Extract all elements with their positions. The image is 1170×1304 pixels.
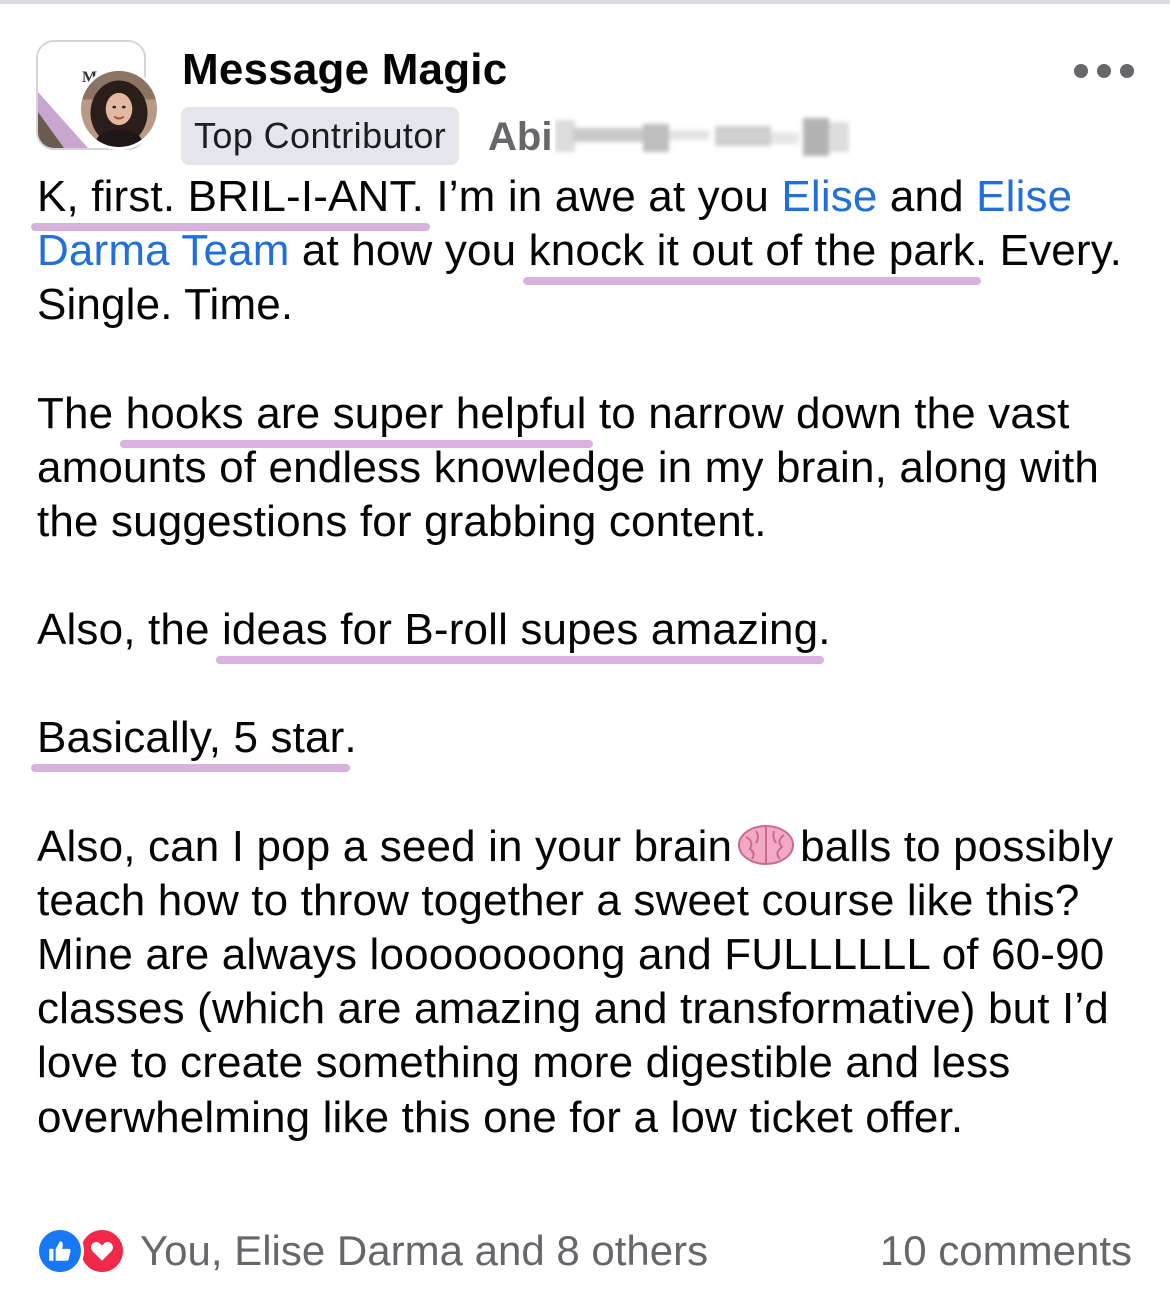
text-segment: .: [344, 713, 357, 763]
group-name[interactable]: Message Magic: [182, 42, 507, 98]
reactions-text[interactable]: You, Elise Darma and 8 others: [140, 1224, 708, 1278]
highlight: knock it out of the park: [528, 226, 975, 276]
text-segment: Also, the: [37, 605, 222, 655]
dot: [1074, 64, 1088, 78]
author-name[interactable]: Abi: [488, 110, 552, 164]
group-post: M Message Magic Top Contributor Abi K, f…: [0, 0, 1170, 1304]
highlight: Basically, 5 star: [37, 713, 345, 763]
thumbs-up-glyph: [49, 1241, 71, 1261]
dot: [1120, 64, 1134, 78]
highlight: hooks are super helpful: [125, 388, 587, 438]
post-body: K, first. BRIL-I-ANT. I’m in awe at you …: [37, 170, 1147, 1145]
highlight: K, first. BRIL-I-ANT.: [37, 172, 424, 221]
mention-elise[interactable]: Elise: [781, 172, 877, 221]
love-icon: [78, 1227, 126, 1275]
author-avatar[interactable]: [78, 68, 160, 150]
like-icon: [36, 1227, 84, 1275]
paragraph-2: The hooks are super helpful to narrow do…: [37, 387, 1147, 550]
text-segment: The: [37, 388, 126, 438]
text-segment: Also, can I pop a seed in your brain: [37, 821, 733, 871]
paragraph-5: Also, can I pop a seed in your brain bal…: [37, 820, 1147, 1145]
more-options-icon[interactable]: [1074, 58, 1134, 84]
dot: [1097, 64, 1111, 78]
brain-emoji: [738, 824, 795, 865]
paragraph-3: Also, the ideas for B-roll supes amazing…: [37, 603, 1147, 657]
text-segment: and: [877, 172, 977, 221]
redacted-surname: [555, 118, 849, 156]
text-segment: I’m in awe at you: [423, 172, 782, 221]
paragraph-1: K, first. BRIL-I-ANT. I’m in awe at you …: [37, 170, 1147, 333]
text-segment: .: [818, 605, 831, 655]
top-contributor-badge[interactable]: Top Contributor: [181, 107, 460, 165]
comments-count[interactable]: 10 comments: [880, 1224, 1132, 1278]
highlight: ideas for B-roll supes amazing: [221, 605, 819, 655]
text-segment: at how you: [289, 226, 529, 276]
paragraph-4: Basically, 5 star.: [37, 711, 1147, 765]
reactions-summary[interactable]: You, Elise Darma and 8 others: [36, 1224, 708, 1278]
author-photo: [81, 71, 157, 147]
heart-glyph: [91, 1241, 113, 1261]
